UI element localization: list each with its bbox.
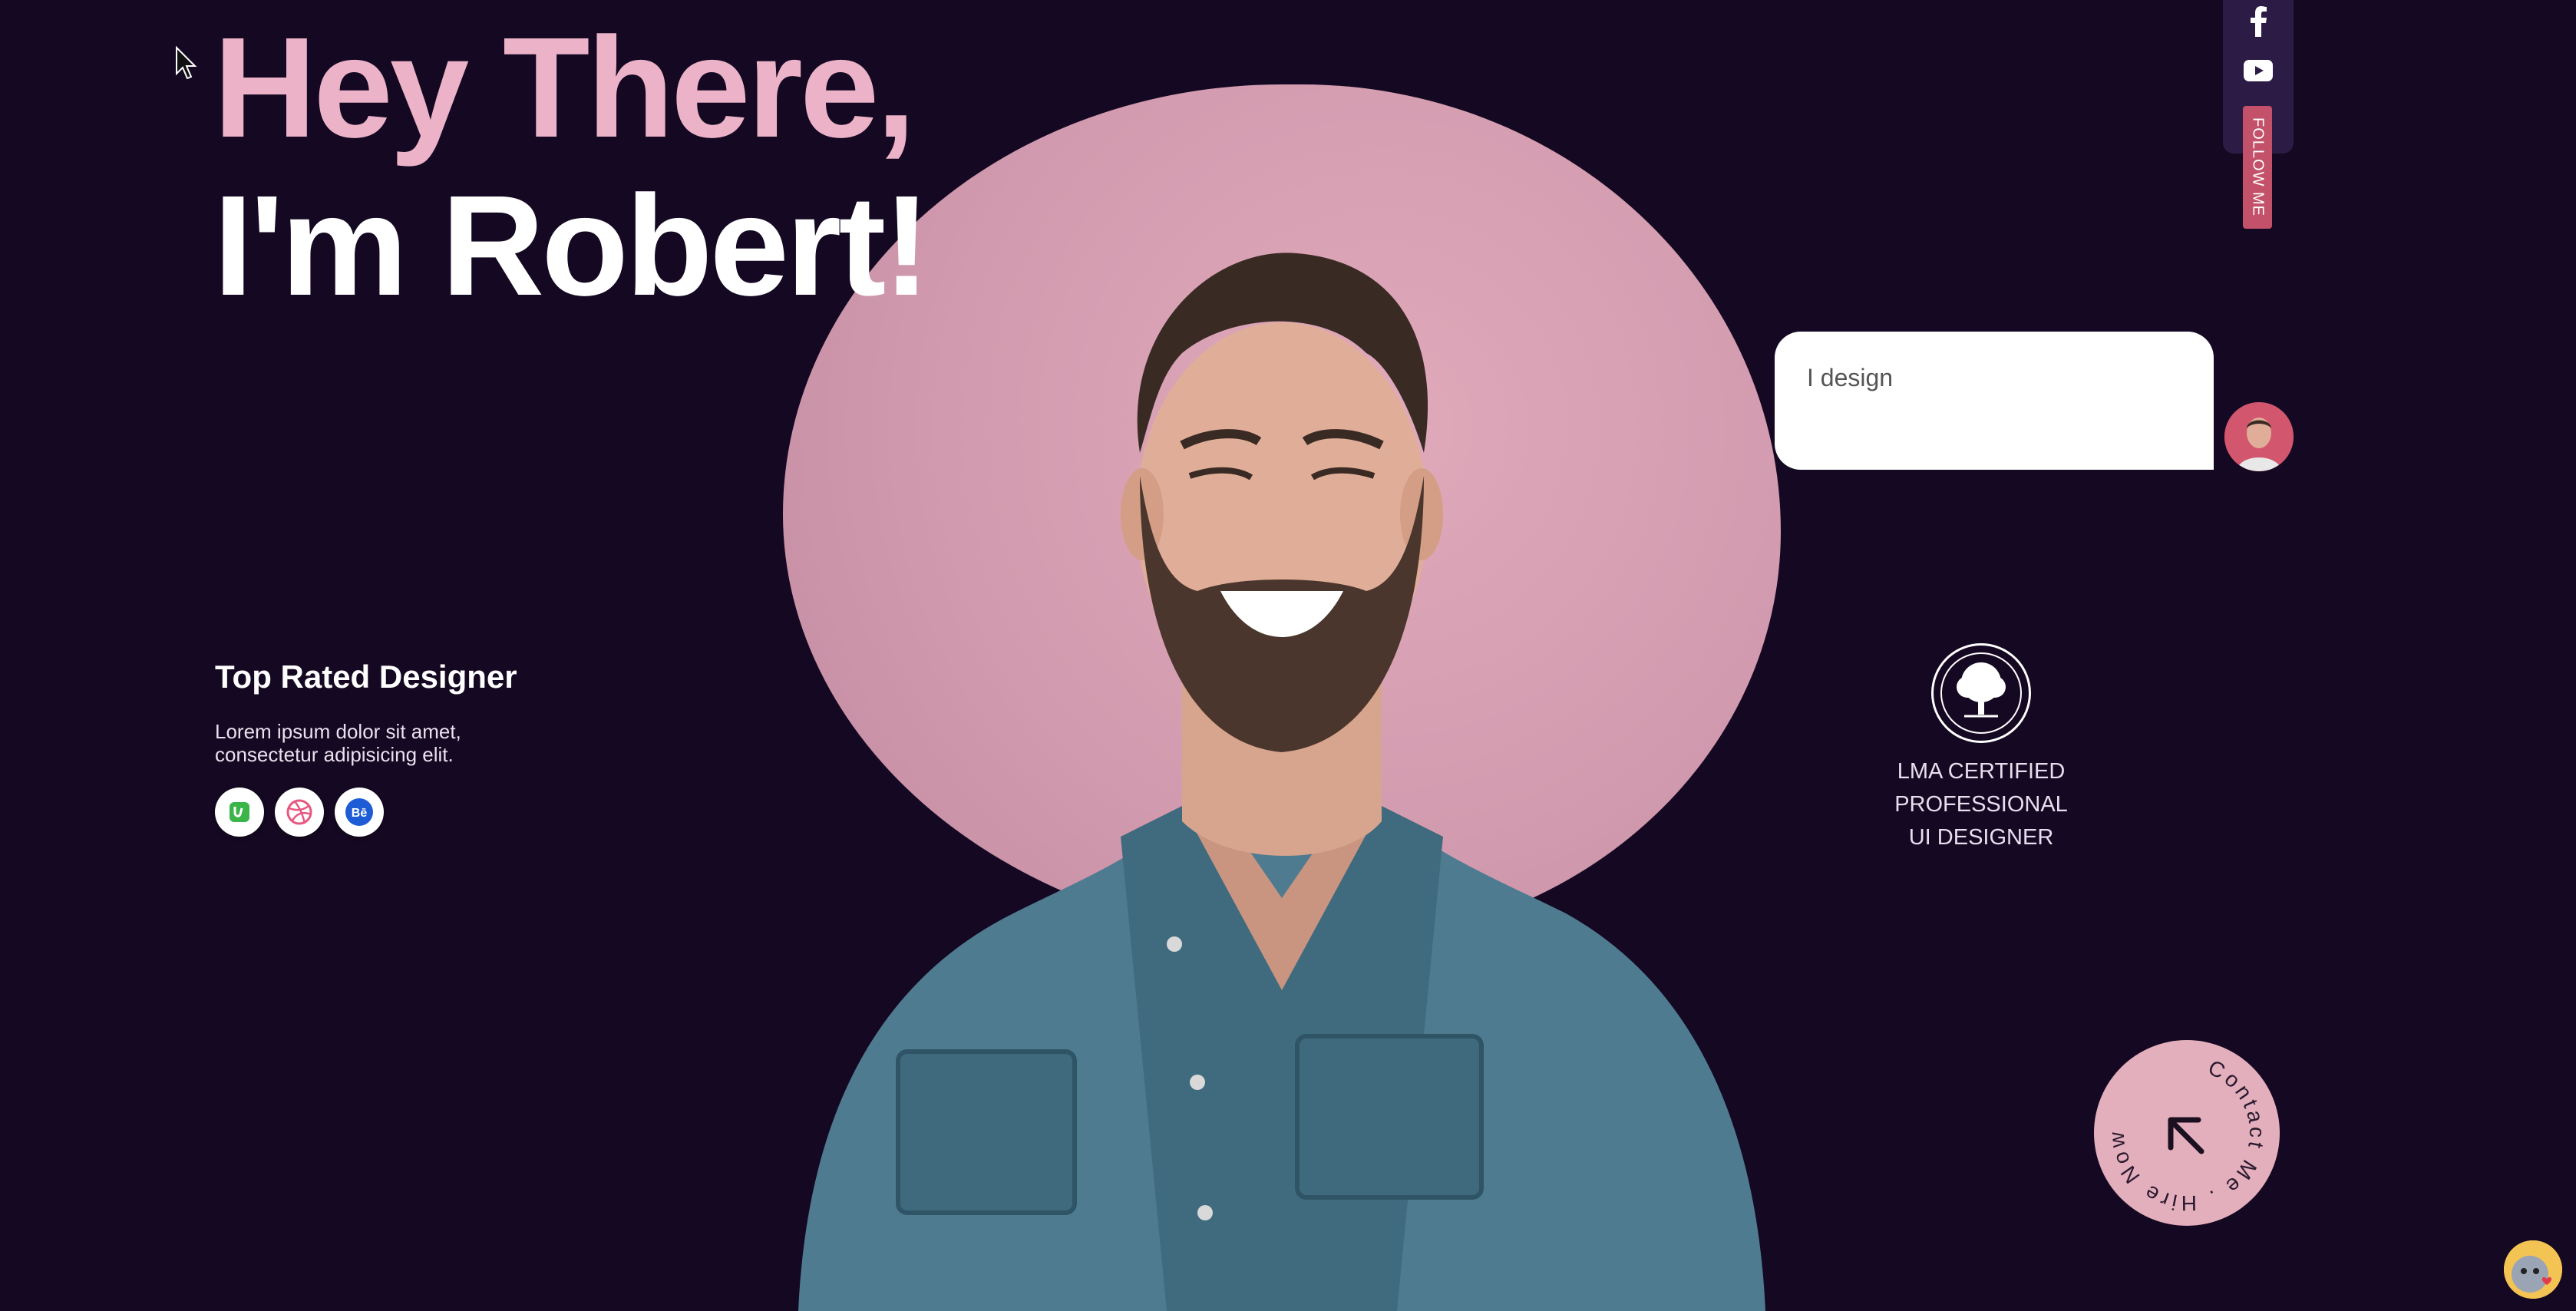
rated-title: Top Rated Designer <box>215 659 517 695</box>
dribbble-icon <box>286 799 312 825</box>
youtube-icon <box>2244 60 2273 81</box>
hero-greeting: Hey There, <box>213 8 916 167</box>
upwork-badge[interactable] <box>215 788 264 837</box>
arrow-up-left-icon <box>2168 1117 2204 1154</box>
rated-description: Lorem ipsum dolor sit amet, consectetur … <box>215 720 461 766</box>
avatar-portrait-icon <box>2224 402 2294 471</box>
upwork-icon <box>230 802 249 822</box>
bubble-text: I design <box>1807 364 1894 391</box>
hero-name: I'm Robert! <box>213 167 930 325</box>
cert-line-3: UI DESIGNER <box>1908 825 2054 850</box>
follow-me-tab[interactable]: FOLLOW ME <box>2243 106 2272 229</box>
avatar <box>2224 402 2294 471</box>
certification-logo <box>1931 643 2031 743</box>
svg-text:Bē: Bē <box>352 807 368 820</box>
contact-me-button[interactable]: Contact Me . Hire Now . <box>2089 1021 2280 1226</box>
mouse-cursor-icon <box>176 46 197 80</box>
portrait-image <box>798 253 1765 1311</box>
cert-line-2: PROFESSIONAL <box>1894 792 2068 817</box>
facebook-link[interactable] <box>2241 5 2275 38</box>
behance-badge[interactable]: Bē <box>335 788 384 837</box>
typing-bubble: I design <box>1775 332 2214 470</box>
certification-text: LMA CERTIFIED PROFESSIONAL UI DESIGNER <box>1858 755 2105 854</box>
contact-circle-text: Contact Me . Hire Now . <box>2094 1040 2269 1215</box>
youtube-link[interactable] <box>2241 54 2275 88</box>
facebook-icon <box>2251 6 2267 37</box>
dribbble-badge[interactable] <box>275 788 324 837</box>
cert-line-1: LMA CERTIFIED <box>1897 759 2066 784</box>
contact-circle-graphic: Contact Me . Hire Now . <box>2089 1021 2269 1215</box>
tree-icon <box>1940 652 2022 734</box>
chat-widget-avatar[interactable] <box>2504 1240 2562 1299</box>
follow-me-label: FOLLOW ME <box>2249 117 2267 217</box>
platform-badges: Bē <box>215 788 384 837</box>
behance-icon: Bē <box>345 798 373 826</box>
chat-mascot-icon <box>2504 1240 2562 1299</box>
